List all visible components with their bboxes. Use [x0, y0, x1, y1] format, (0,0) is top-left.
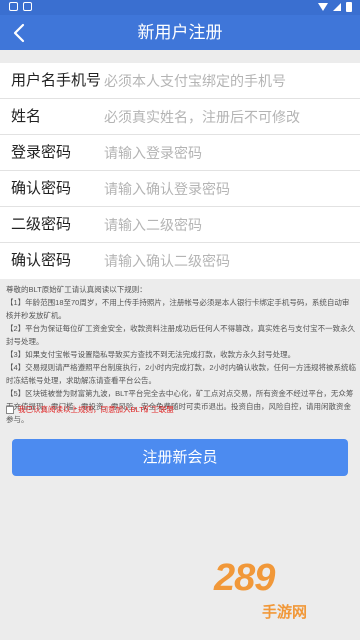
rule-item: 【2】平台为保证每位矿工资金安全，收款资料注册成功后任何人不得篡改，真实姓名与支… — [6, 324, 356, 346]
secondary-password-label: 二级密码 — [11, 216, 72, 233]
confirm-login-password-input[interactable] — [104, 175, 349, 203]
confirm-login-password-row: 确认密码 — [0, 171, 360, 207]
secondary-password-row: 二级密码 — [0, 207, 360, 243]
rule-item: 【1】年龄范围18至70周岁，不用上传手持照片，注册帐号必须是本人银行卡绑定手机… — [6, 298, 350, 320]
name-label: 姓名 — [11, 108, 42, 125]
name-row: 姓名 — [0, 99, 360, 135]
rules-intro: 尊敬的BLT原始矿工请认真阅读以下规则： — [6, 285, 147, 294]
confirm-login-password-label: 确认密码 — [11, 180, 72, 197]
notification-icon — [9, 2, 18, 11]
login-password-input[interactable] — [104, 139, 349, 167]
watermark-logo: 289 手游网 — [186, 557, 346, 627]
phone-label: 用户名手机号 — [11, 72, 102, 89]
status-bar — [0, 0, 360, 15]
phone-input[interactable] — [104, 67, 349, 95]
login-password-row: 登录密码 — [0, 135, 360, 171]
confirm-secondary-password-row: 确认密码 — [0, 243, 360, 279]
confirm-secondary-password-input[interactable] — [104, 247, 349, 275]
rule-item: 【4】交易规则请严格遵照平台制度执行，2小时内完成打款，2小时内确认收款，任何一… — [6, 363, 357, 385]
phone-row: 用户名手机号 — [0, 63, 360, 99]
register-button[interactable]: 注册新会员 — [12, 439, 348, 476]
battery-icon — [346, 2, 352, 12]
title-bar: 新用户注册 — [0, 15, 360, 50]
confirm-secondary-password-label: 确认密码 — [11, 252, 72, 269]
app-notification-icon — [23, 2, 32, 11]
signal-icon — [333, 3, 341, 11]
secondary-password-input[interactable] — [104, 211, 349, 239]
login-password-label: 登录密码 — [11, 144, 72, 161]
wifi-icon — [318, 3, 328, 11]
rule-item: 【3】如果支付宝帐号设置隐私导致买方查找不到无法完成打款，收款方永久封号处理。 — [6, 350, 296, 359]
agree-checkbox[interactable] — [6, 405, 14, 414]
agree-label: 我已认真阅读以上规则，同意加入BLT矿工联盟 — [18, 405, 174, 414]
page-title: 新用户注册 — [137, 23, 223, 42]
name-input[interactable] — [104, 103, 349, 131]
registration-form: 用户名手机号 姓名 登录密码 确认密码 二级密码 确认密码 — [0, 63, 360, 279]
watermark-suffix: 手游网 — [262, 604, 308, 621]
watermark-logo-text: 289 — [214, 557, 275, 599]
agree-row: 我已认真阅读以上规则，同意加入BLT矿工联盟 — [6, 404, 174, 415]
